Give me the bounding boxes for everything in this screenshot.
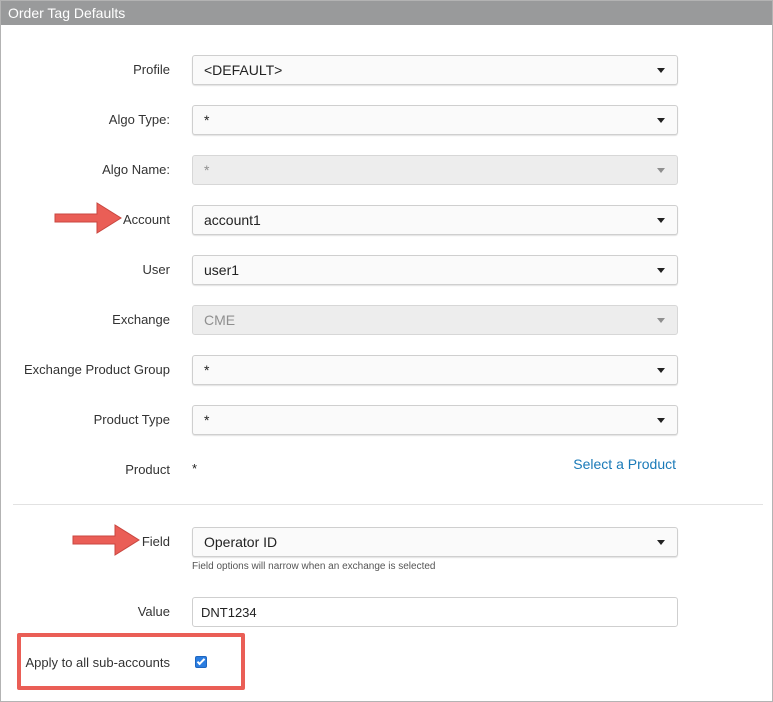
field-select[interactable]: Operator ID (192, 527, 678, 557)
apply-sub-accounts-label: Apply to all sub-accounts (25, 655, 170, 670)
section-divider (13, 504, 763, 505)
algo-name-value: * (204, 162, 210, 178)
caret-down-icon (657, 118, 665, 123)
caret-down-icon (657, 68, 665, 73)
caret-down-icon (657, 168, 665, 173)
user-value: user1 (204, 262, 240, 278)
algo-type-select[interactable]: * (192, 105, 678, 135)
exchange-product-group-select[interactable]: * (192, 355, 678, 385)
select-product-link[interactable]: Select a Product (573, 456, 676, 472)
field-hint: Field options will narrow when an exchan… (192, 561, 436, 572)
field-value: Operator ID (204, 534, 278, 550)
caret-down-icon (657, 368, 665, 373)
field-label: Field (141, 534, 170, 549)
exchange-value: CME (204, 312, 236, 328)
caret-down-icon (657, 218, 665, 223)
profile-label: Profile (133, 62, 170, 77)
caret-down-icon (657, 540, 665, 545)
checkmark-icon (196, 656, 206, 666)
order-tag-defaults-panel: Order Tag Defaults Profile <DEFAULT> Alg… (0, 0, 773, 702)
caret-down-icon (657, 318, 665, 323)
exchange-select: CME (192, 305, 678, 335)
annotation-arrow-icon (72, 524, 140, 556)
exchange-product-group-label: Exchange Product Group (24, 362, 170, 377)
algo-name-label: Algo Name: (102, 162, 170, 177)
product-type-label: Product Type (93, 412, 170, 427)
caret-down-icon (657, 418, 665, 423)
profile-value: <DEFAULT> (204, 62, 283, 78)
profile-select[interactable]: <DEFAULT> (192, 55, 678, 85)
product-type-select[interactable]: * (192, 405, 678, 435)
account-label: Account (123, 212, 170, 227)
account-select[interactable]: account1 (192, 205, 678, 235)
exchange-product-group-value: * (204, 362, 210, 378)
product-label: Product (125, 462, 170, 477)
caret-down-icon (657, 268, 665, 273)
algo-type-value: * (204, 112, 210, 128)
algo-type-label: Algo Type: (108, 112, 170, 127)
exchange-label: Exchange (112, 312, 170, 327)
product-value: * (192, 461, 198, 476)
product-type-value: * (204, 412, 210, 428)
value-input[interactable] (192, 597, 678, 627)
apply-sub-accounts-checkbox[interactable] (195, 656, 207, 668)
algo-name-select: * (192, 155, 678, 185)
value-label: Value (137, 604, 170, 619)
annotation-arrow-icon (54, 202, 122, 234)
account-value: account1 (204, 212, 261, 228)
panel-title: Order Tag Defaults (1, 1, 772, 25)
user-label: User (142, 262, 170, 277)
user-select[interactable]: user1 (192, 255, 678, 285)
